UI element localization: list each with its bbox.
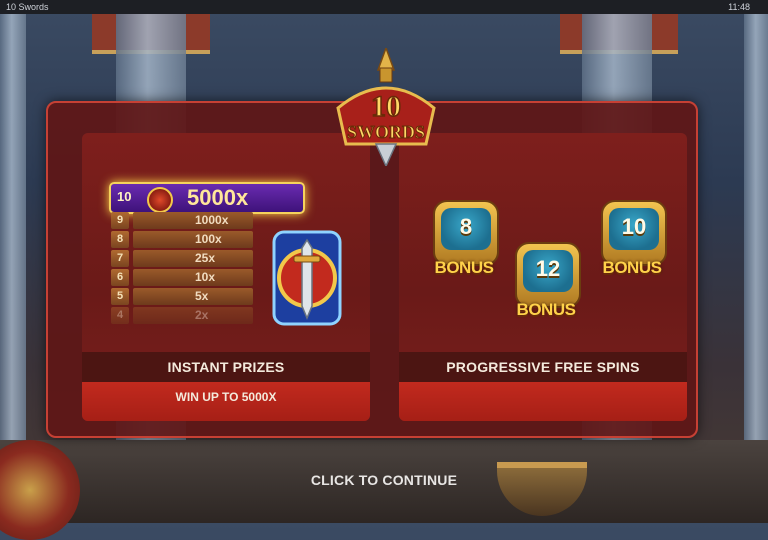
- window-title: 10 Swords: [6, 2, 49, 12]
- ladder-prize: 5000x: [187, 185, 249, 210]
- ladder-level: 7: [111, 250, 129, 267]
- bonus-label: BONUS: [516, 300, 576, 319]
- instant-prizes-title: INSTANT PRIZES: [82, 352, 370, 382]
- bonus-label: BONUS: [434, 258, 494, 277]
- sword-emblem-icon: [147, 187, 173, 213]
- bonus-spin-count: 10: [609, 208, 659, 250]
- bonus-badge: 10 BONUS: [593, 196, 671, 294]
- ladder-level: 4: [111, 307, 129, 324]
- ladder-prize: 1000x: [195, 213, 229, 227]
- prize-ladder-top-rung: 10 5000x: [109, 182, 305, 214]
- background-pillar: [0, 14, 26, 484]
- prize-ladder-rung: 5 5x: [111, 288, 253, 305]
- click-to-continue-button[interactable]: CLICK TO CONTINUE: [300, 472, 468, 488]
- free-spins-band: [399, 382, 687, 421]
- clock: 11:48: [728, 2, 750, 12]
- prize-ladder-rung: 7 25x: [111, 250, 253, 267]
- bonus-badge-frame: 8: [433, 200, 499, 266]
- prize-ladder-rung: 6 10x: [111, 269, 253, 286]
- sword-shield-icon: [272, 230, 342, 326]
- game-logo: 10 SWORDS: [336, 48, 436, 166]
- ladder-prize: 25x: [195, 251, 216, 265]
- instant-prizes-subtitle: WIN UP TO 5000X: [82, 382, 370, 421]
- bonus-spin-count: 12: [523, 250, 573, 292]
- ladder-level: 10: [117, 189, 132, 204]
- bonus-badge: 12 BONUS: [507, 238, 585, 336]
- window-title-bar: 10 Swords 11:48: [0, 0, 768, 14]
- free-spins-title: PROGRESSIVE FREE SPINS: [399, 352, 687, 382]
- ladder-prize: 5x: [195, 289, 209, 303]
- prize-ladder-rung: 9 1000x: [111, 212, 253, 229]
- bonus-badge: 8 BONUS: [425, 196, 503, 294]
- ladder-level: 8: [111, 231, 129, 248]
- ladder-level: 9: [111, 212, 129, 229]
- bonus-badge-frame: 12: [515, 242, 581, 308]
- logo-number: 10: [371, 90, 401, 123]
- ladder-prize: 100x: [195, 232, 222, 246]
- bonus-label: BONUS: [602, 258, 662, 277]
- prize-ladder-rung: 4 2x: [111, 307, 253, 324]
- prize-ladder-rung: 8 100x: [111, 231, 253, 248]
- ladder-prize: 2x: [195, 308, 209, 322]
- background-pillar: [744, 14, 768, 484]
- ladder-prize: 10x: [195, 270, 216, 284]
- ladder-level: 5: [111, 288, 129, 305]
- logo-word: SWORDS: [347, 122, 425, 142]
- bonus-badge-frame: 10: [601, 200, 667, 266]
- ladder-level: 6: [111, 269, 129, 286]
- bonus-spin-count: 8: [441, 208, 491, 250]
